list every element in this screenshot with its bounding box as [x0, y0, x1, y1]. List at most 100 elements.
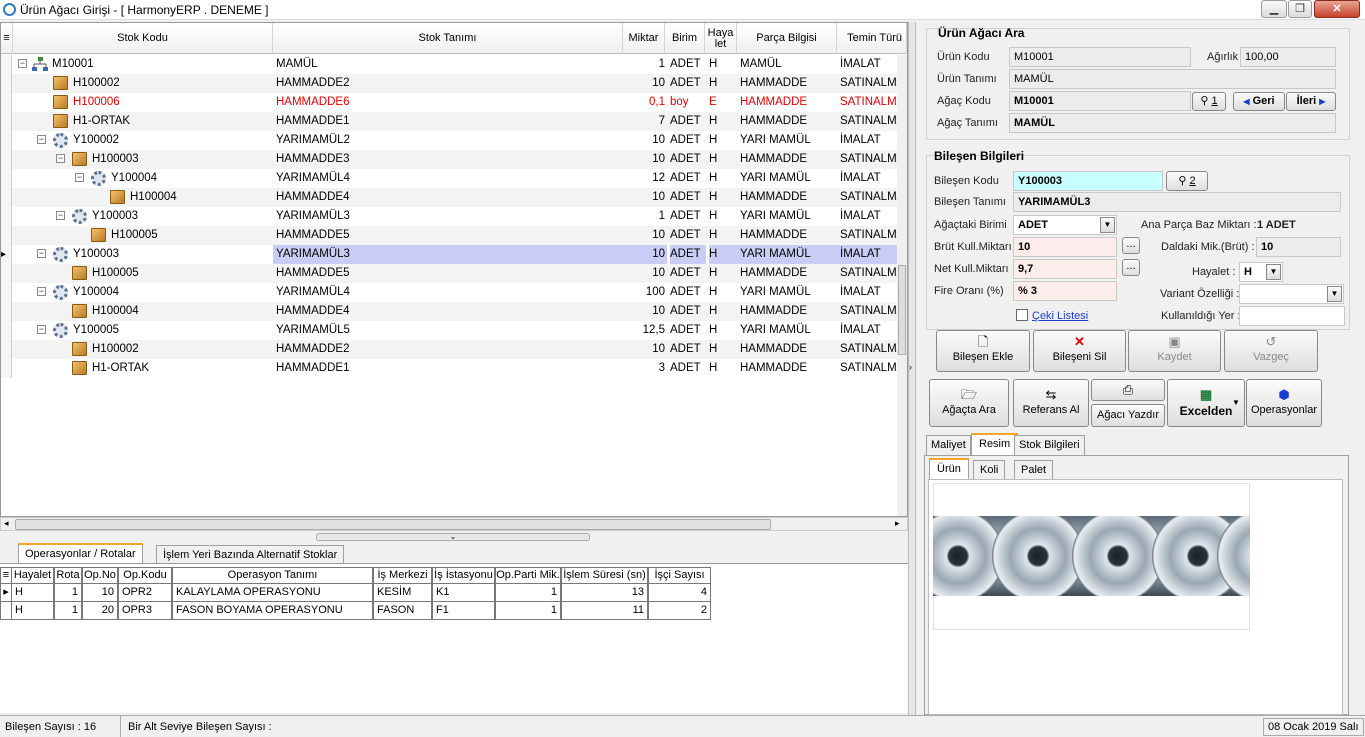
stok-tanimi-cell[interactable]: HAMMADDE2	[273, 340, 623, 359]
table-row[interactable]: H100004HAMMADDE410ADETHHAMMADDESATINALMA	[1, 188, 907, 207]
stok-kodu-cell[interactable]: H100006	[73, 93, 273, 112]
grid-vscroll[interactable]	[897, 55, 907, 516]
agirlik-field[interactable]: 100,00	[1240, 47, 1336, 67]
geri-button[interactable]: ◀ Geri	[1233, 92, 1285, 111]
parca-bilgisi-cell[interactable]: YARI MAMÜL	[737, 245, 837, 264]
row-indicator[interactable]	[1, 321, 12, 340]
op-cell[interactable]: OPR3	[118, 602, 172, 620]
net-ellipsis-button[interactable]: ...	[1122, 259, 1140, 276]
birim-cell[interactable]: ADET	[670, 131, 706, 150]
parca-bilgisi-cell[interactable]: HAMMADDE	[737, 93, 837, 112]
stok-tanimi-cell[interactable]: MAMÜL	[273, 55, 623, 74]
parca-bilgisi-cell[interactable]: HAMMADDE	[737, 226, 837, 245]
miktar-cell[interactable]: 10	[623, 150, 667, 169]
op-cell[interactable]: FASON BOYAMA OPERASYONU	[172, 602, 373, 620]
hayalet-cell[interactable]: H	[709, 226, 737, 245]
op-cell[interactable]: H	[11, 584, 54, 602]
hayalet-cell[interactable]: H	[709, 74, 737, 93]
op-cell[interactable]: 2	[648, 602, 711, 620]
hayalet-cell[interactable]: H	[709, 207, 737, 226]
stok-tanimi-cell[interactable]: YARIMAMÜL4	[273, 169, 623, 188]
parca-bilgisi-cell[interactable]: YARI MAMÜL	[737, 169, 837, 188]
tab-resim[interactable]: Resim	[971, 433, 1019, 455]
find-tree-button[interactable]: ⚲ 1	[1192, 92, 1226, 111]
table-row[interactable]: H100004HAMMADDE410ADETHHAMMADDESATINALMA	[1, 302, 907, 321]
scroll-right-icon[interactable]: ▸	[895, 518, 900, 529]
header-stok-kodu[interactable]: Stok Kodu	[13, 23, 273, 54]
stok-tanimi-cell[interactable]: HAMMADDE1	[273, 359, 623, 378]
op-cell[interactable]: 13	[561, 584, 648, 602]
op-header-9[interactable]: İşçi Sayısı	[648, 567, 711, 584]
bilesen-kodu-field[interactable]: Y100003	[1013, 171, 1163, 191]
ceki-listesi-checkbox[interactable]	[1016, 309, 1028, 321]
birim-cell[interactable]: ADET	[670, 74, 706, 93]
parca-bilgisi-cell[interactable]: YARI MAMÜL	[737, 207, 837, 226]
temin-turu-cell[interactable]: SATINALMA	[837, 112, 897, 131]
miktar-cell[interactable]: 0,1	[623, 93, 667, 112]
miktar-cell[interactable]: 10	[623, 188, 667, 207]
agaci-yazdir-button[interactable]: Ağacı Yazdır	[1091, 404, 1165, 427]
parca-bilgisi-cell[interactable]: MAMÜL	[737, 55, 837, 74]
stok-kodu-cell[interactable]: Y100003	[92, 207, 273, 226]
header-hayalet[interactable]: Haya let	[705, 23, 737, 54]
row-indicator[interactable]	[1, 93, 12, 112]
table-row[interactable]: H1-ORTAKHAMMADDE17ADETHHAMMADDESATINALMA	[1, 112, 907, 131]
table-row[interactable]: H1-ORTAKHAMMADDE13ADETHHAMMADDESATINALMA	[1, 359, 907, 378]
temin-turu-cell[interactable]: SATINALMA	[837, 74, 897, 93]
brut-field[interactable]: 10	[1013, 237, 1117, 257]
subtab-urun[interactable]: Ürün	[929, 458, 969, 480]
stok-tanimi-cell[interactable]: HAMMADDE2	[273, 74, 623, 93]
birim-cell[interactable]: ADET	[670, 150, 706, 169]
hayalet-cell[interactable]: H	[709, 55, 737, 74]
stok-kodu-cell[interactable]: M10001	[52, 55, 273, 74]
agac-tanimi-field[interactable]: MAMÜL	[1009, 113, 1336, 133]
stok-tanimi-cell[interactable]: HAMMADDE5	[273, 264, 623, 283]
chevron-down-icon[interactable]: ▼	[1100, 217, 1115, 233]
table-row[interactable]: − Y100005 YARIMAMÜL5 12,5 ADET H YARI MAMÜL İMA…	[1, 321, 907, 340]
temin-turu-cell[interactable]: İMALAT	[837, 169, 897, 188]
birim-cell[interactable]: ADET	[670, 188, 706, 207]
temin-turu-cell[interactable]: SATINALMA	[837, 226, 897, 245]
hayalet-cell[interactable]: H	[709, 112, 737, 131]
hayalet-cell[interactable]: E	[709, 93, 737, 112]
chevron-down-icon[interactable]: ▼	[1266, 264, 1281, 280]
miktar-cell[interactable]: 100	[623, 283, 667, 302]
scroll-left-icon[interactable]: ◂	[4, 518, 9, 529]
collapse-toggle-icon[interactable]: −	[37, 135, 46, 144]
row-indicator[interactable]	[1, 169, 12, 188]
row-indicator[interactable]	[1, 74, 12, 93]
stok-tanimi-cell[interactable]: YARIMAMÜL3	[273, 245, 623, 264]
table-row[interactable]: − Y100002 YARIMAMÜL2 10 ADET H YARI MAMÜL İMALA…	[1, 131, 907, 150]
birim-cell[interactable]: ADET	[670, 321, 706, 340]
ceki-listesi-label[interactable]: Çeki Listesi	[1032, 310, 1088, 322]
grid-menu-icon[interactable]: ≡	[1, 23, 13, 54]
parca-bilgisi-cell[interactable]: YARI MAMÜL	[737, 283, 837, 302]
row-indicator[interactable]	[1, 359, 12, 378]
tab-maliyet[interactable]: Maliyet	[926, 435, 971, 455]
miktar-cell[interactable]: 7	[623, 112, 667, 131]
hayalet-cell[interactable]: H	[709, 359, 737, 378]
miktar-cell[interactable]: 10	[623, 245, 667, 264]
stok-kodu-cell[interactable]: Y100004	[73, 283, 273, 302]
hayalet-cell[interactable]: H	[709, 321, 737, 340]
stok-tanimi-cell[interactable]: YARIMAMÜL4	[273, 283, 623, 302]
stok-kodu-cell[interactable]: Y100003	[73, 245, 273, 264]
row-indicator[interactable]	[1, 188, 12, 207]
stok-kodu-cell[interactable]: H1-ORTAK	[92, 359, 273, 378]
op-cell[interactable]: H	[11, 602, 54, 620]
table-row[interactable]: − M10001 MAMÜL 1 ADET H MAMÜL İMALAT	[1, 55, 907, 74]
op-cell[interactable]: 11	[561, 602, 648, 620]
daldaki-field[interactable]: 10	[1256, 237, 1341, 257]
temin-turu-cell[interactable]: SATINALMA	[837, 302, 897, 321]
temin-turu-cell[interactable]: İMALAT	[837, 283, 897, 302]
vazgec-button[interactable]: ↺ Vazgeç	[1224, 330, 1318, 372]
stok-kodu-cell[interactable]: H100004	[92, 302, 273, 321]
op-cell[interactable]: 1	[54, 602, 82, 620]
row-indicator[interactable]	[1, 302, 12, 321]
miktar-cell[interactable]: 10	[623, 340, 667, 359]
header-miktar[interactable]: Miktar	[623, 23, 665, 54]
op-cell[interactable]: 20	[82, 602, 118, 620]
find-component-button[interactable]: ⚲ 2	[1166, 171, 1208, 191]
hayalet-cell[interactable]: H	[709, 188, 737, 207]
miktar-cell[interactable]: 10	[623, 302, 667, 321]
